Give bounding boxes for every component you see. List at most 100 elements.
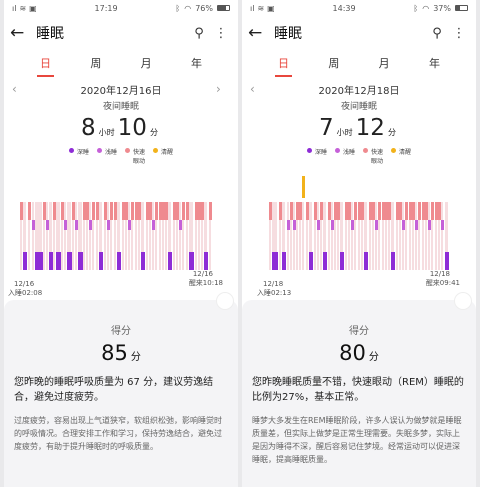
tab-day[interactable]: 日 [37, 55, 54, 77]
legend-label: 浅睡 [342, 149, 355, 156]
score-summary: 您昨晚睡眠质量不错，快速眼动（REM）睡眠的比例为27%，基本正常。 [252, 377, 464, 403]
sleep-stage-bar [125, 202, 128, 220]
sleep-stage-chart: 12/18入睡02:1312/18醒来09:41 [257, 176, 460, 297]
drag-handle[interactable] [216, 292, 234, 310]
sleep-duration: 8 小时 10 分 [4, 115, 238, 141]
sleep-duration: 7 小时 12 分 [242, 115, 476, 141]
score-card: 得分 85 分 您昨晚的睡眠呼吸质量为 67 分，建议劳逸结合，避免过度疲劳。 过… [4, 292, 238, 487]
prev-day-icon[interactable]: ‹ [250, 82, 264, 96]
stage-transition [32, 202, 34, 270]
sleep-stage-bar [209, 202, 212, 220]
more-icon[interactable]: ⋮ [448, 26, 470, 41]
drag-handle[interactable] [454, 292, 472, 310]
sleep-stage-bar [173, 202, 176, 220]
status-time: 14:39 [332, 3, 356, 13]
tab-year[interactable]: 年 [429, 55, 440, 75]
prev-day-icon[interactable]: ‹ [12, 82, 26, 96]
sleep-stage-bar [354, 202, 357, 220]
back-arrow-icon[interactable]: ← [248, 23, 270, 43]
legend-item: 快速 眼动 [363, 147, 383, 167]
sleep-stage-bar [20, 202, 23, 220]
app-header: ← 睡眠 ⚲ ⋮ [242, 16, 476, 50]
status-bar: ıl ≋ ▣ 14:39 ᛒ ◠ 37% [242, 0, 476, 16]
share-icon[interactable]: ⚲ [188, 26, 210, 41]
stage-transition [75, 202, 77, 270]
tab-month[interactable]: 月 [141, 55, 152, 75]
chart-start-time: 入睡02:08 [8, 289, 42, 297]
sleep-stage-bar [317, 220, 320, 230]
period-tabs: 日 周 月 年 [4, 50, 238, 80]
sleep-stage-bar [328, 202, 331, 220]
sleep-stage-bar [149, 202, 152, 220]
more-icon[interactable]: ⋮ [210, 26, 232, 41]
stage-transition [302, 202, 304, 270]
page-title: 睡眠 [36, 26, 64, 42]
headphone-icon: ◠ [422, 3, 430, 13]
stage-transition [415, 202, 417, 270]
stage-transition [428, 202, 430, 270]
sleep-stage-bar [320, 202, 323, 220]
period-tabs: 日 周 月 年 [242, 50, 476, 80]
sleep-stage-bar [378, 202, 381, 220]
sleep-stage-bar [282, 252, 286, 270]
tab-month[interactable]: 月 [379, 55, 390, 75]
score-summary: 您昨晚的睡眠呼吸质量为 67 分，建议劳逸结合，避免过度疲劳。 [14, 377, 214, 403]
share-icon[interactable]: ⚲ [426, 26, 448, 41]
sleep-stage-bar [375, 220, 378, 230]
legend-item: 浅睡 [334, 147, 355, 167]
sleep-stage-bar [287, 220, 290, 230]
sleep-stage-bar [302, 176, 305, 198]
sleep-stage-bar [269, 202, 272, 220]
sleep-stage-bar [358, 202, 361, 220]
sleep-stage-bar [78, 252, 83, 270]
sleep-stage-bar [331, 220, 334, 230]
sleep-stage-bar [438, 202, 441, 220]
legend-label: 深睡 [314, 149, 327, 156]
back-arrow-icon[interactable]: ← [10, 23, 32, 43]
tab-day[interactable]: 日 [275, 55, 292, 77]
score-value: 85 [101, 341, 128, 365]
sleep-stage-bar [337, 202, 340, 220]
stage-transition [441, 202, 443, 270]
stage-transition [287, 202, 289, 270]
sleep-stage-bar [168, 252, 172, 270]
sleep-stage-bar [182, 202, 185, 220]
stage-transition [152, 202, 154, 270]
bluetooth-icon: ᛒ [175, 3, 181, 13]
legend-label: 快速 眼动 [371, 149, 384, 165]
sleep-score: 85 分 [4, 341, 238, 365]
tab-week[interactable]: 周 [328, 55, 339, 75]
app-header: ← 睡眠 ⚲ ⋮ [4, 16, 238, 50]
legend-item: 深睡 [306, 147, 327, 167]
next-day-icon[interactable]: › [216, 82, 230, 96]
signal-icon: ıl [250, 3, 255, 13]
sleep-stage-bar [428, 220, 431, 230]
duration-minutes: 12 [355, 115, 385, 141]
tab-week[interactable]: 周 [90, 55, 101, 75]
legend-item: 深睡 [68, 147, 89, 167]
legend-item: 快速 眼动 [125, 147, 145, 167]
sleep-stage-bar [441, 220, 444, 230]
sleep-stage-bar [272, 252, 278, 270]
stage-transition [128, 202, 130, 270]
sleep-stage-bar [204, 252, 208, 270]
tab-year[interactable]: 年 [191, 55, 202, 75]
sleep-stage-bar [293, 220, 296, 230]
legend-item: 浅睡 [96, 147, 117, 167]
minutes-unit: 分 [149, 128, 158, 137]
sleep-stage-bar [138, 202, 141, 220]
battery-percent: 76% [195, 3, 213, 13]
legend-label: 浅睡 [104, 149, 117, 156]
hours-unit: 小时 [336, 128, 353, 137]
sleep-stage-bar [135, 202, 138, 220]
sleep-stage-bar [201, 202, 204, 220]
legend-item: 清醒 [153, 147, 173, 167]
stage-transition [46, 202, 48, 270]
chart-end-time: 醒来10:18 [189, 279, 223, 287]
sleep-stage-bar [402, 220, 405, 230]
sleep-stage-bar [49, 252, 53, 270]
sleep-stage-bar [159, 202, 162, 220]
legend-item: 清醒 [391, 147, 411, 167]
battery-icon [216, 5, 230, 11]
wifi-icon: ≋ [257, 3, 265, 13]
